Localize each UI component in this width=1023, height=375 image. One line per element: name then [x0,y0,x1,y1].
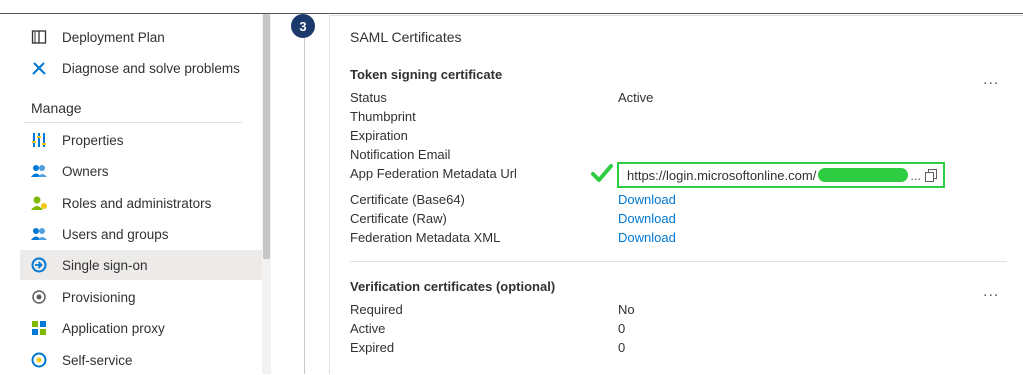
row-thumbprint: Thumbprint [350,109,950,128]
users-groups-icon [28,225,50,243]
download-metadata-xml-link[interactable]: Download [618,230,676,245]
sidebar-item-owners[interactable]: Owners [20,156,262,186]
checkmark-icon [591,164,613,182]
row-active: Active 0 [350,321,950,340]
sidebar-item-provisioning[interactable]: Provisioning [20,282,262,312]
row-expired: Expired 0 [350,340,950,359]
sidebar-item-label: Users and groups [62,226,169,242]
step-number-badge: 3 [291,14,315,38]
row-key: Active [350,321,386,336]
sidebar-item-deployment-plan[interactable]: Deployment Plan [20,22,262,52]
row-key: Expiration [350,128,408,143]
card-title: SAML Certificates [350,29,462,45]
book-icon [28,28,50,46]
token-signing-heading: Token signing certificate [350,67,503,82]
row-key: App Federation Metadata Url [350,166,517,181]
section-divider [350,261,1007,262]
app-proxy-icon [28,319,50,337]
sidebar-item-label: Roles and administrators [62,195,212,211]
row-status: Status Active [350,90,950,109]
download-base64-link[interactable]: Download [618,192,676,207]
row-key: Federation Metadata XML [350,230,501,245]
row-expiration: Expiration [350,128,950,147]
owners-icon [28,162,50,180]
sidebar-item-label: Owners [62,163,109,179]
self-service-icon [28,351,50,369]
row-federation-metadata-xml: Federation Metadata XML Download [350,230,950,249]
row-required: Required No [350,302,950,321]
federation-url-field[interactable]: https://login.microsoftonline.com/ ... [617,162,945,188]
sidebar-item-application-proxy[interactable]: Application proxy [20,313,262,343]
download-raw-link[interactable]: Download [618,211,676,226]
row-key: Status [350,90,387,105]
verification-heading: Verification certificates (optional) [350,279,556,294]
row-certificate-raw: Certificate (Raw) Download [350,211,950,230]
row-key: Thumbprint [350,109,416,124]
app-frame: Deployment Plan Diagnose and solve probl… [0,0,1023,374]
row-key: Certificate (Raw) [350,211,447,226]
redaction-mark [818,168,909,182]
sidebar-item-diagnose[interactable]: Diagnose and solve problems [20,53,262,83]
sidebar-item-roles[interactable]: Roles and administrators [20,188,262,218]
sidebar-scrollbar[interactable] [262,14,271,374]
section-header-manage: Manage [31,100,82,116]
url-truncation: ... [910,167,922,183]
row-value: 0 [618,340,626,355]
sidebar-item-users-groups[interactable]: Users and groups [20,219,262,249]
sidebar-item-label: Deployment Plan [62,29,165,45]
section-divider [24,122,242,123]
sidebar: Deployment Plan Diagnose and solve probl… [0,14,262,374]
copy-icon[interactable] [925,169,937,182]
sidebar-item-properties[interactable]: Properties [20,125,262,155]
verification-more-button[interactable]: ... [983,283,999,301]
properties-icon [28,131,50,149]
row-key: Notification Email [350,147,451,162]
provisioning-icon [28,288,50,306]
sso-icon [28,256,50,274]
federation-url-text: https://login.microsoftonline.com/ [627,167,817,183]
step-connector-line [304,36,305,374]
sidebar-item-label: Application proxy [62,320,165,336]
row-certificate-base64: Certificate (Base64) Download [350,192,950,211]
row-value: 0 [618,321,626,336]
sidebar-item-label: Diagnose and solve problems [62,60,240,76]
sidebar-item-label: Single sign-on [62,257,148,273]
row-key: Certificate (Base64) [350,192,465,207]
sidebar-item-label: Self-service [62,352,133,368]
sidebar-item-label: Properties [62,132,124,148]
row-value: Active [618,90,654,105]
scrollbar-thumb[interactable] [263,14,270,259]
sidebar-item-single-sign-on[interactable]: Single sign-on [20,250,262,280]
row-value: No [618,302,635,317]
roles-icon [28,194,50,212]
sidebar-item-label: Provisioning [62,289,136,305]
token-more-button[interactable]: ... [983,71,999,89]
wrench-icon [28,59,50,77]
row-key: Required [350,302,403,317]
row-key: Expired [350,340,395,355]
sidebar-item-self-service[interactable]: Self-service [20,345,262,375]
